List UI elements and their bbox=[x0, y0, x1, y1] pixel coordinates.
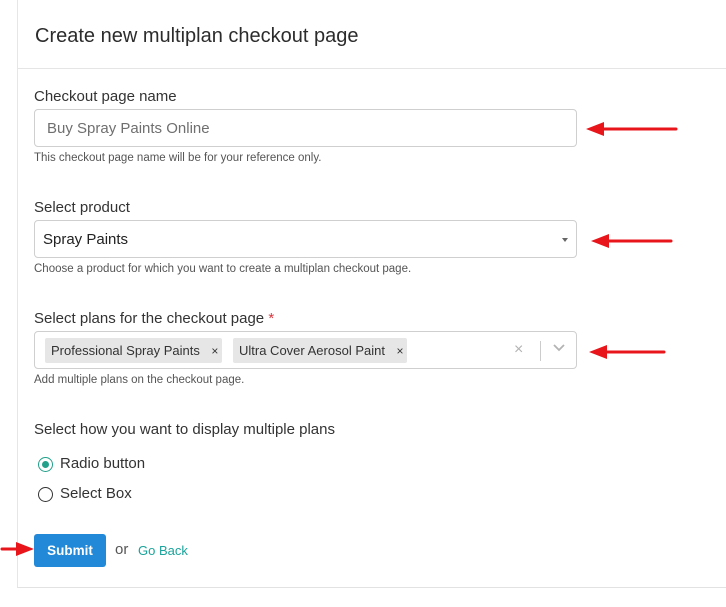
card-header: Create new multiplan checkout page bbox=[18, 0, 726, 69]
checkout-name-label: Checkout page name bbox=[34, 88, 177, 105]
product-select[interactable]: Spray Paints bbox=[34, 220, 577, 258]
plans-help: Add multiple plans on the checkout page. bbox=[34, 374, 245, 386]
annotation-arrow-left-icon bbox=[589, 345, 666, 359]
radio-unchecked-icon[interactable] bbox=[38, 487, 53, 502]
page-title: Create new multiplan checkout page bbox=[35, 25, 359, 47]
submit-button[interactable]: Submit bbox=[34, 534, 106, 567]
plans-label: Select plans for the checkout page * bbox=[34, 310, 274, 327]
go-back-link[interactable]: Go Back bbox=[138, 543, 188, 558]
plan-tag-professional-spray-paints: Professional Spray Paints × bbox=[45, 338, 222, 363]
plans-multi-select[interactable]: Professional Spray Paints × Ultra Cover A… bbox=[34, 331, 577, 369]
display-label: Select how you want to display multiple … bbox=[34, 421, 335, 438]
or-separator-text: or bbox=[115, 541, 129, 558]
plan-tag-ultra-cover-aerosol-paint: Ultra Cover Aerosol Paint × bbox=[233, 338, 407, 363]
checkout-name-help: This checkout page name will be for your… bbox=[34, 152, 322, 164]
plan-tag-label: Ultra Cover Aerosol Paint bbox=[239, 343, 385, 358]
chevron-down-icon[interactable] bbox=[552, 340, 566, 354]
caret-down-icon bbox=[562, 238, 568, 242]
plan-tag-label: Professional Spray Paints bbox=[51, 343, 200, 358]
product-label: Select product bbox=[34, 199, 130, 216]
required-asterisk: * bbox=[268, 310, 275, 327]
product-selected-value: Spray Paints bbox=[43, 231, 129, 248]
remove-tag-icon[interactable]: × bbox=[393, 339, 407, 364]
radio-option-label: Select Box bbox=[60, 485, 132, 502]
radio-option-label: Radio button bbox=[60, 455, 146, 472]
annotation-arrow-right-icon bbox=[0, 542, 34, 556]
radio-checked-icon[interactable] bbox=[38, 457, 53, 472]
clear-all-icon[interactable]: × bbox=[514, 340, 523, 360]
product-help: Choose a product for which you want to c… bbox=[34, 263, 412, 275]
annotation-arrow-left-icon bbox=[591, 234, 673, 248]
plans-label-text: Select plans for the checkout page bbox=[34, 310, 265, 327]
checkout-name-input[interactable] bbox=[34, 109, 577, 147]
remove-tag-icon[interactable]: × bbox=[208, 339, 222, 364]
indicator-separator bbox=[540, 341, 541, 361]
annotation-arrow-left-icon bbox=[586, 122, 678, 136]
